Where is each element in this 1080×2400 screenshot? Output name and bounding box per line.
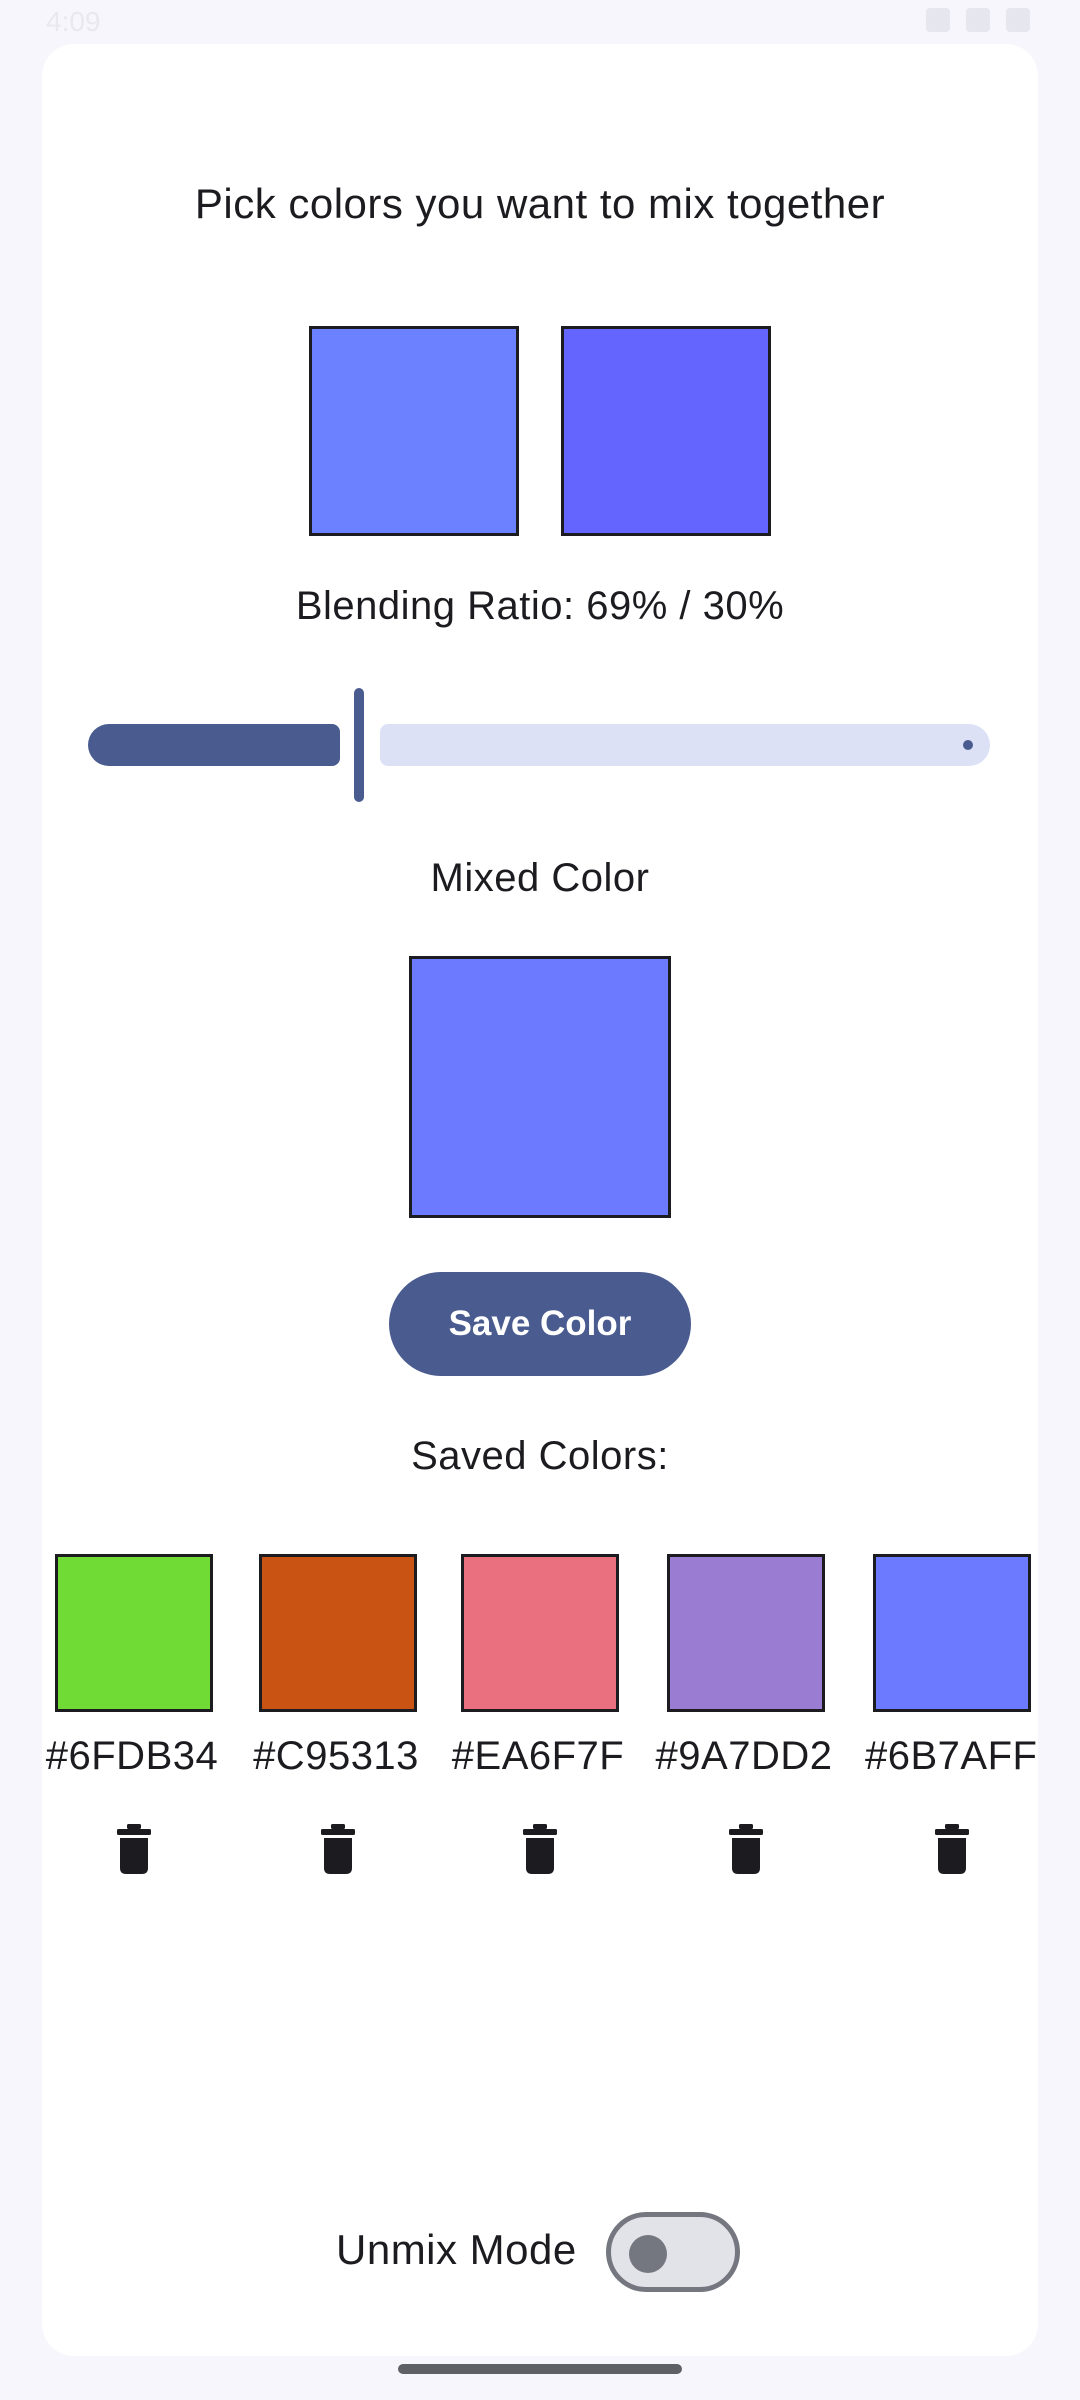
saved-color-hex: #6B7AFF <box>865 1734 1038 1778</box>
unmix-mode-toggle[interactable] <box>606 2212 740 2292</box>
mixed-color-swatch <box>409 956 671 1218</box>
color-picker-2[interactable] <box>561 326 771 536</box>
saved-color-swatch[interactable] <box>667 1554 825 1712</box>
saved-color-hex: #6FDB34 <box>45 1734 219 1778</box>
unmix-mode-label: Unmix Mode <box>336 2226 577 2273</box>
mixed-color-label: Mixed Color <box>430 856 650 900</box>
signal-icon <box>966 8 990 32</box>
wifi-icon <box>926 8 950 32</box>
trash-icon[interactable] <box>321 1824 355 1874</box>
slider-stop-indicator <box>963 740 973 750</box>
status-time: 4:09 <box>46 6 101 37</box>
saved-color-hex: #C95313 <box>253 1734 419 1778</box>
home-indicator[interactable] <box>398 2364 682 2374</box>
status-icons <box>926 8 1030 32</box>
slider-inactive-track[interactable] <box>380 724 990 766</box>
slider-thumb[interactable] <box>354 688 364 802</box>
trash-icon[interactable] <box>117 1824 151 1874</box>
battery-icon <box>1006 8 1030 32</box>
trash-icon[interactable] <box>935 1824 969 1874</box>
saved-color-hex: #9A7DD2 <box>655 1734 833 1778</box>
page-title: Pick colors you want to mix together <box>194 180 886 227</box>
saved-color-swatch[interactable] <box>259 1554 417 1712</box>
status-bar: 4:09 <box>0 0 1080 40</box>
slider-active-track[interactable] <box>88 724 340 766</box>
saved-color-hex: #EA6F7F <box>451 1734 625 1778</box>
blending-ratio-label: Blending Ratio: 69% / 30% <box>295 584 785 628</box>
trash-icon[interactable] <box>523 1824 557 1874</box>
saved-color-swatch[interactable] <box>461 1554 619 1712</box>
saved-color-swatch[interactable] <box>873 1554 1031 1712</box>
save-color-button[interactable]: Save Color <box>389 1272 691 1376</box>
saved-color-swatch[interactable] <box>55 1554 213 1712</box>
saved-colors-label: Saved Colors: <box>411 1434 669 1478</box>
color-picker-1[interactable] <box>309 326 519 536</box>
trash-icon[interactable] <box>729 1824 763 1874</box>
toggle-knob <box>629 2235 667 2273</box>
